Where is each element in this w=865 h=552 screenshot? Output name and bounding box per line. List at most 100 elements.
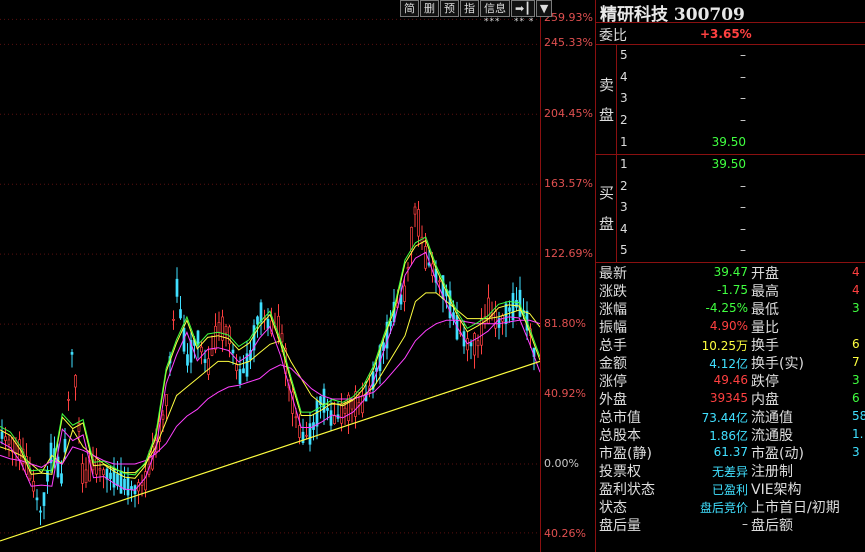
candle-body — [200, 346, 203, 353]
weibi-value: +3.65% — [700, 27, 752, 41]
price-chart[interactable] — [0, 0, 540, 552]
delete-button[interactable]: 删 — [420, 0, 439, 17]
stat-label: 最新 — [599, 266, 627, 282]
stat-label: 换手(实) — [751, 356, 804, 372]
candle-body — [130, 486, 133, 490]
stat-value: 3 — [852, 373, 860, 387]
buy-price[interactable]: – — [706, 243, 746, 257]
sell-label-1: 卖 — [599, 76, 615, 94]
buy-price[interactable]: – — [706, 179, 746, 193]
sell-price[interactable]: – — [706, 91, 746, 105]
sell-label-2: 盘 — [599, 106, 615, 124]
buy-level: 4 — [620, 222, 628, 236]
candle-body — [508, 307, 511, 312]
candle-body — [186, 354, 189, 366]
candle-body — [417, 209, 420, 237]
percent-axis: 259.93% 245.33% 204.45% 163.57% 122.69% … — [540, 0, 595, 552]
stat-value: 61.37 — [713, 445, 748, 459]
candle-body — [350, 400, 354, 410]
stat-value: 39.47 — [713, 265, 748, 279]
buy-price[interactable]: – — [706, 222, 746, 236]
simple-button[interactable]: 简 — [400, 0, 419, 17]
moving-average-line — [0, 251, 540, 491]
axis-label: 245.33% — [544, 36, 593, 49]
candle-body — [280, 333, 284, 343]
stat-label: 振幅 — [599, 320, 627, 336]
candle-body — [217, 322, 221, 333]
buy-level: 5 — [620, 243, 628, 257]
candle-body — [466, 338, 469, 351]
sell-price[interactable]: 39.50 — [706, 135, 746, 149]
stat-label: 开盘 — [751, 266, 779, 282]
candle-body — [95, 458, 98, 475]
candle-body — [81, 463, 84, 484]
axis-label: 81.80% — [544, 317, 586, 330]
indicator-marks: *** — [484, 17, 501, 27]
stat-label: VIE架构 — [751, 482, 802, 498]
candle-body — [235, 364, 238, 372]
candle-body — [329, 410, 333, 426]
buy-label-1: 买 — [599, 184, 615, 202]
stat-label: 总手 — [599, 338, 627, 354]
stat-value: 10.25万 — [701, 339, 748, 353]
stat-label: 市盈(静) — [599, 446, 652, 462]
candle-body — [196, 330, 200, 346]
weibi-label: 委比 — [599, 28, 627, 44]
candle-body — [70, 352, 74, 355]
sell-price[interactable]: – — [706, 48, 746, 62]
buy-level: 1 — [620, 157, 628, 171]
stat-value: 无差异 — [711, 465, 748, 479]
axis-label: 163.57% — [544, 177, 593, 190]
stat-label: 最高 — [751, 284, 779, 300]
sell-level: 3 — [620, 91, 628, 105]
sell-price[interactable]: – — [706, 70, 746, 84]
candle-body — [39, 510, 42, 513]
sell-price[interactable]: – — [706, 113, 746, 127]
candle-body — [172, 319, 175, 321]
indicator-button[interactable]: 指 — [460, 0, 479, 17]
candle-body — [98, 468, 102, 471]
stat-label: 涨幅 — [599, 302, 627, 318]
stat-label: 量比 — [751, 320, 779, 336]
stat-value: 3 — [852, 301, 860, 315]
stat-value: 7 — [852, 355, 860, 369]
candle-body — [511, 293, 515, 321]
buy-label-2: 盘 — [599, 215, 615, 233]
candle-body — [49, 442, 53, 464]
candle-body — [67, 398, 70, 401]
stat-value: 4 — [852, 283, 860, 297]
stat-label: 内盘 — [751, 392, 779, 408]
stat-label: 涨停 — [599, 374, 627, 390]
stat-label: 市盈(动) — [751, 446, 804, 462]
candle-body — [308, 423, 312, 445]
axis-label: 122.69% — [544, 247, 593, 260]
candle-body — [231, 349, 235, 354]
dropdown-icon[interactable]: ▼ — [535, 0, 553, 17]
candle-body — [333, 414, 336, 424]
collapse-icon[interactable]: ➡┃ — [511, 0, 535, 17]
stat-label: 盈利状态 — [599, 482, 655, 498]
sell-level: 5 — [620, 48, 628, 62]
candle-body — [340, 403, 343, 424]
buy-price[interactable]: 39.50 — [706, 157, 746, 171]
candle-body — [116, 473, 119, 486]
candle-body — [438, 280, 441, 283]
trend-line — [0, 360, 540, 542]
candle-body — [46, 470, 49, 482]
stat-label: 投票权 — [599, 464, 641, 480]
candle-body — [203, 359, 207, 363]
stat-value: 4.90% — [709, 319, 748, 333]
chart-toolbar: 简 删 预 指 信息 ➡┃ ▼ — [400, 0, 553, 17]
buy-price[interactable]: – — [706, 200, 746, 214]
sell-level: 2 — [620, 113, 628, 127]
indicator-marks: ** * — [514, 17, 535, 27]
moving-average-line — [0, 292, 540, 474]
axis-label: 204.45% — [544, 107, 593, 120]
candle-body — [214, 325, 217, 350]
stat-label: 上市首日/初期 — [751, 500, 840, 516]
info-button[interactable]: 信息 — [480, 0, 510, 17]
candle-body — [343, 407, 347, 414]
stat-label: 流通值 — [751, 410, 793, 426]
buy-level: 2 — [620, 179, 628, 193]
preview-button[interactable]: 预 — [440, 0, 459, 17]
